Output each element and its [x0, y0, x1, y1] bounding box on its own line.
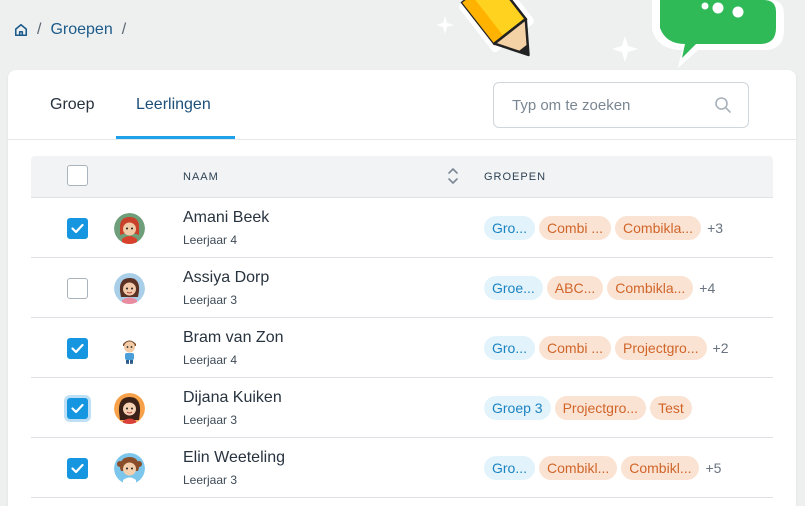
avatar: [114, 213, 145, 244]
more-groups-count[interactable]: +2: [713, 340, 729, 356]
tab-bar: Groep Leerlingen: [8, 70, 796, 140]
checkmark-icon: [71, 343, 84, 354]
group-tag[interactable]: Test: [650, 396, 692, 420]
row-checkbox[interactable]: [67, 458, 88, 479]
avatar: [114, 393, 145, 424]
avatar: [114, 273, 145, 304]
students-card: Groep Leerlingen NAAM GROEPEN: [8, 70, 796, 506]
avatar: [114, 453, 145, 484]
group-tags: Groep 3 Projectgro... Test: [484, 396, 692, 420]
table-row[interactable]: Bram van Zon Leerjaar 4 Gro... Combi ...…: [31, 318, 773, 378]
group-tag[interactable]: Combikla...: [615, 216, 702, 240]
group-tag[interactable]: Gro...: [484, 336, 536, 360]
table-row[interactable]: Elin Weeteling Leerjaar 3 Gro... Combikl…: [31, 438, 773, 498]
student-grade: Leerjaar 4: [183, 353, 238, 367]
sparkle-icon: [612, 36, 638, 62]
avatar: [114, 333, 145, 364]
table-row[interactable]: Assiya Dorp Leerjaar 3 Groe... ABC... Co…: [31, 258, 773, 318]
group-tag[interactable]: Combikl...: [539, 456, 618, 480]
breadcrumb-separator: /: [37, 21, 42, 38]
breadcrumb-link-groepen[interactable]: Groepen: [50, 21, 112, 39]
top-bar: / Groepen /: [0, 0, 805, 70]
group-tag[interactable]: Gro...: [484, 216, 536, 240]
sparkle-icon: [436, 16, 454, 34]
more-groups-count[interactable]: +5: [705, 460, 721, 476]
student-name: Assiya Dorp: [183, 269, 270, 286]
student-grade: Leerjaar 3: [183, 293, 238, 307]
checkmark-icon: [71, 463, 84, 474]
student-name: Bram van Zon: [183, 329, 284, 346]
group-tags: Gro... Combi ... Projectgro... +2: [484, 336, 728, 360]
tab-groep[interactable]: Groep: [50, 96, 94, 114]
student-name: Dijana Kuiken: [183, 389, 282, 406]
group-tag[interactable]: Combi ...: [539, 336, 612, 360]
search-input[interactable]: [512, 96, 714, 114]
group-tags: Groe... ABC... Combikla... +4: [484, 276, 715, 300]
more-groups-count[interactable]: +4: [699, 280, 715, 296]
group-tag[interactable]: Groep 3: [484, 396, 551, 420]
group-tag[interactable]: Combi ...: [539, 216, 612, 240]
student-grade: Leerjaar 4: [183, 233, 238, 247]
active-tab-indicator: [116, 136, 235, 139]
students-table: NAAM GROEPEN Amani Beek Leerjaar 4 Gro..…: [31, 156, 773, 498]
group-tags: Gro... Combikl... Combikl... +5: [484, 456, 721, 480]
row-checkbox[interactable]: [67, 278, 88, 299]
row-checkbox[interactable]: [67, 218, 88, 239]
chat-bubble-icon: [652, 0, 784, 68]
sort-icon[interactable]: [447, 166, 459, 186]
column-header-name[interactable]: NAAM: [183, 171, 219, 183]
column-header-groups: GROEPEN: [484, 171, 547, 183]
group-tag[interactable]: Groe...: [484, 276, 543, 300]
table-row[interactable]: Amani Beek Leerjaar 4 Gro... Combi ... C…: [31, 198, 773, 258]
more-groups-count[interactable]: +3: [707, 220, 723, 236]
checkmark-icon: [71, 223, 84, 234]
checkmark-icon: [71, 403, 84, 414]
search-box[interactable]: [493, 82, 749, 128]
group-tags: Gro... Combi ... Combikla... +3: [484, 216, 723, 240]
decorative-illustration: [436, 0, 784, 68]
breadcrumb: / Groepen /: [14, 19, 126, 41]
row-checkbox[interactable]: [67, 398, 88, 419]
pencil-icon: [459, 0, 534, 57]
group-tag[interactable]: Projectgro...: [615, 336, 707, 360]
group-tag[interactable]: Projectgro...: [554, 396, 647, 420]
student-name: Elin Weeteling: [183, 449, 285, 466]
row-checkbox[interactable]: [67, 338, 88, 359]
breadcrumb-separator: /: [121, 21, 127, 38]
search-icon[interactable]: [714, 96, 732, 114]
group-tag[interactable]: Combikla...: [607, 276, 694, 300]
table-row[interactable]: Dijana Kuiken Leerjaar 3 Groep 3 Project…: [31, 378, 773, 438]
group-tag[interactable]: ABC...: [546, 276, 604, 300]
student-grade: Leerjaar 3: [183, 413, 238, 427]
group-tag[interactable]: Gro...: [484, 456, 536, 480]
student-grade: Leerjaar 3: [183, 473, 238, 487]
home-icon[interactable]: [14, 23, 28, 37]
select-all-checkbox[interactable]: [67, 165, 88, 186]
tab-leerlingen[interactable]: Leerlingen: [136, 96, 211, 114]
group-tag[interactable]: Combikl...: [621, 456, 700, 480]
table-header: NAAM GROEPEN: [31, 156, 773, 198]
student-name: Amani Beek: [183, 209, 270, 226]
